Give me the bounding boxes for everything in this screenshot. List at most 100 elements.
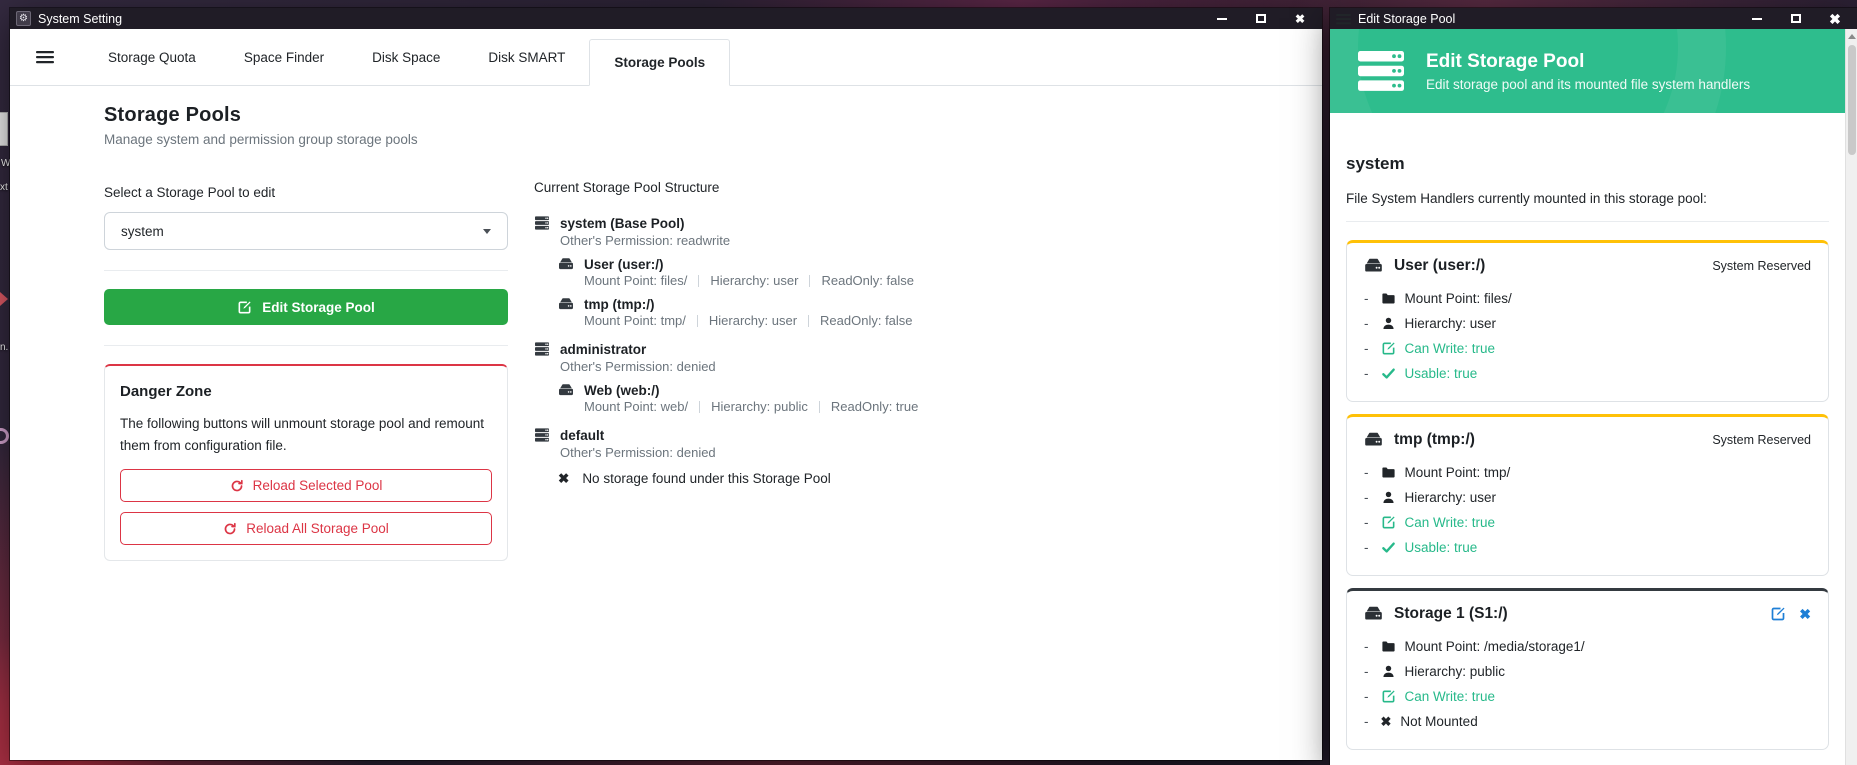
tab-disk-smart[interactable]: Disk SMART [464, 40, 589, 75]
handler-card-user: User (user:/) System Reserved Mount Poin… [1346, 240, 1829, 402]
empty-pool-message: No storage found under this Storage Pool [582, 471, 830, 486]
structure-title: Current Storage Pool Structure [534, 180, 1154, 195]
hierarchy-row: Hierarchy: user [1364, 485, 1811, 510]
storage-pool-structure: Current Storage Pool Structure system (B… [534, 180, 1154, 499]
hdd-icon [558, 296, 574, 312]
can-write-row: Can Write: true [1364, 684, 1811, 709]
tab-storage-quota[interactable]: Storage Quota [84, 40, 220, 75]
pool-node-default: default Other's Permission: denied ✖ No … [534, 427, 1154, 486]
hdd-icon [558, 256, 574, 272]
danger-zone-description: The following buttons will unmount stora… [120, 413, 492, 456]
remove-handler-icon[interactable]: ✖ [1799, 607, 1811, 621]
handler-name: User (user:/) [584, 257, 664, 272]
reload-selected-pool-button[interactable]: Reload Selected Pool [120, 469, 492, 502]
desktop-icon-fragment [0, 292, 8, 306]
tab-disk-space[interactable]: Disk Space [348, 40, 464, 75]
mount-point-row: Mount Point: tmp/ [1364, 460, 1811, 485]
user-icon [1381, 490, 1396, 505]
edit-storage-pool-window: Edit Storage Pool ✖ Edit Storage Pool Ed… [1330, 8, 1857, 765]
minimize-button[interactable] [1206, 8, 1238, 29]
scrollbar[interactable] [1845, 29, 1857, 765]
pool-select-dropdown[interactable]: system [104, 212, 508, 250]
desktop-icon-fragment [0, 112, 8, 146]
close-button[interactable]: ✖ [1284, 8, 1316, 29]
server-icon [534, 341, 550, 357]
pool-node-system: system (Base Pool) Other's Permission: r… [534, 215, 1154, 328]
minimize-button[interactable] [1741, 8, 1773, 29]
close-button[interactable]: ✖ [1819, 8, 1851, 29]
window-title: System Setting [38, 12, 122, 26]
handler-card-title: Storage 1 (S1:/) [1394, 605, 1508, 623]
window-title: Edit Storage Pool [1358, 12, 1455, 26]
scrollbar-thumb[interactable] [1848, 45, 1856, 155]
folder-icon [1381, 639, 1396, 654]
check-icon [1381, 366, 1396, 381]
edit-icon [1381, 689, 1396, 704]
handler-hierarchy: Hierarchy: user [709, 313, 797, 328]
handler-node: Web (web:/) Mount Point: web/ Hierarchy:… [558, 382, 1154, 414]
scroll-up-icon[interactable] [1848, 34, 1856, 39]
can-write-row: Can Write: true [1364, 336, 1811, 361]
pool-permission: Other's Permission: readwrite [560, 233, 1154, 248]
edit-pool-banner: Edit Storage Pool Edit storage pool and … [1330, 29, 1845, 113]
handler-name: Web (web:/) [584, 383, 660, 398]
server-icon [534, 427, 550, 443]
handler-name: tmp (tmp:/) [584, 297, 654, 312]
handler-node: tmp (tmp:/) Mount Point: tmp/ Hierarchy:… [558, 296, 1154, 328]
handler-readonly: ReadOnly: true [831, 399, 918, 414]
check-icon [1381, 540, 1396, 555]
edit-window-titlebar[interactable]: Edit Storage Pool ✖ [1330, 8, 1857, 29]
edit-handler-icon[interactable] [1770, 606, 1786, 622]
handler-node: User (user:/) Mount Point: files/ Hierar… [558, 256, 1154, 288]
hdd-icon [558, 382, 574, 398]
handler-readonly: ReadOnly: false [820, 313, 913, 328]
reload-all-storage-pool-button[interactable]: Reload All Storage Pool [120, 512, 492, 545]
page-subtitle: Manage system and permission group stora… [104, 132, 508, 147]
tab-storage-pools[interactable]: Storage Pools [589, 39, 730, 86]
folder-icon [1381, 291, 1396, 306]
maximize-button[interactable] [1245, 8, 1277, 29]
system-setting-titlebar[interactable]: ⚙ System Setting ✖ [10, 8, 1322, 29]
hierarchy-row: Hierarchy: public [1364, 659, 1811, 684]
tab-bar: Storage Quota Space Finder Disk Space Di… [10, 29, 1322, 86]
can-write-row: Can Write: true [1364, 510, 1811, 535]
hierarchy-row: Hierarchy: user [1364, 311, 1811, 336]
maximize-button[interactable] [1780, 8, 1812, 29]
user-icon [1381, 316, 1396, 331]
banner-title: Edit Storage Pool [1426, 51, 1750, 73]
usable-row: Usable: true [1364, 535, 1811, 560]
x-icon: ✖ [558, 472, 569, 486]
handler-mount-point: Mount Point: files/ [584, 273, 687, 288]
handlers-description: File System Handlers currently mounted i… [1346, 191, 1829, 206]
handler-hierarchy: Hierarchy: user [710, 273, 798, 288]
menu-icon[interactable] [1336, 13, 1351, 25]
folder-icon [1381, 465, 1396, 480]
desktop-icon-label: n. [0, 342, 8, 353]
server-icon [534, 215, 550, 231]
pool-select-label: Select a Storage Pool to edit [104, 185, 508, 200]
hdd-icon [1364, 604, 1383, 623]
chevron-down-icon [483, 229, 491, 234]
refresh-icon [223, 522, 237, 536]
system-reserved-badge: System Reserved [1712, 259, 1811, 273]
edit-storage-pool-button[interactable]: Edit Storage Pool [104, 289, 508, 325]
tab-space-finder[interactable]: Space Finder [220, 40, 348, 75]
refresh-icon [230, 479, 244, 493]
edit-icon [237, 300, 252, 315]
menu-icon[interactable] [36, 50, 54, 64]
pool-node-administrator: administrator Other's Permission: denied… [534, 341, 1154, 414]
handler-card-title: User (user:/) [1394, 257, 1485, 275]
handler-readonly: ReadOnly: false [821, 273, 914, 288]
x-icon: ✖ [1381, 715, 1392, 728]
edit-icon [1381, 515, 1396, 530]
handler-card-title: tmp (tmp:/) [1394, 431, 1475, 449]
hdd-icon [1364, 256, 1383, 275]
selected-pool-name: system [1346, 154, 1829, 174]
mount-point-row: Mount Point: files/ [1364, 286, 1811, 311]
pool-name: default [560, 428, 604, 443]
pool-permission: Other's Permission: denied [560, 359, 1154, 374]
gear-icon: ⚙ [16, 11, 31, 26]
hdd-icon [1364, 430, 1383, 449]
handler-hierarchy: Hierarchy: public [711, 399, 808, 414]
danger-zone-title: Danger Zone [120, 383, 492, 400]
